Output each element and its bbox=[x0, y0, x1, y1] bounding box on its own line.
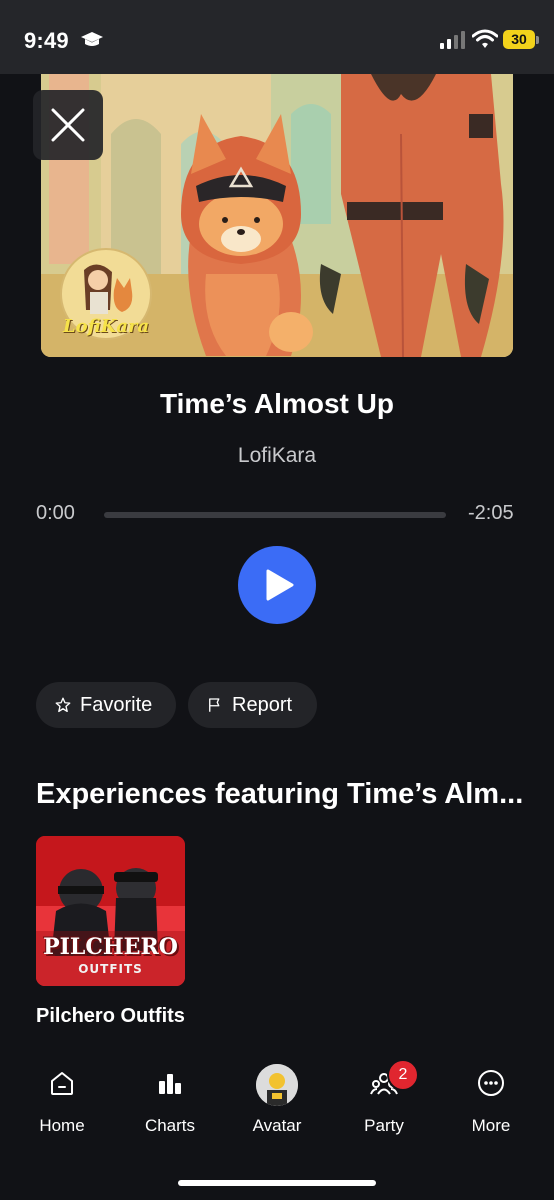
track-artist[interactable]: LofiKara bbox=[0, 444, 554, 468]
home-icon bbox=[51, 1072, 73, 1095]
favorite-label: Favorite bbox=[80, 693, 153, 716]
close-icon bbox=[51, 108, 85, 142]
track-title: Time’s Almost Up bbox=[160, 388, 394, 419]
nav-item-avatar[interactable] bbox=[227, 1064, 327, 1106]
experience-name[interactable]: Pilchero Outfits bbox=[36, 1005, 185, 1028]
play-button[interactable] bbox=[238, 546, 316, 624]
nav-item-home[interactable] bbox=[12, 1068, 112, 1103]
close-button[interactable] bbox=[33, 90, 103, 160]
charts-icon bbox=[159, 1074, 181, 1094]
logo-text: LofiKara bbox=[63, 316, 150, 337]
play-icon bbox=[266, 569, 294, 601]
more-icon bbox=[478, 1070, 504, 1096]
thumbnail-subtitle: OUTFITS bbox=[78, 962, 143, 976]
elapsed-time: 0:00 bbox=[36, 502, 75, 524]
nav-item-charts[interactable] bbox=[120, 1068, 220, 1103]
battery-tip bbox=[536, 36, 539, 44]
nav-label-avatar: Avatar bbox=[252, 1116, 302, 1135]
report-label: Report bbox=[232, 693, 293, 716]
experience-thumbnail[interactable]: PILCHERO OUTFITS bbox=[36, 836, 185, 986]
avatar-icon bbox=[256, 1064, 298, 1106]
wifi-icon bbox=[472, 29, 498, 48]
nav-label-party: Party bbox=[364, 1116, 404, 1135]
nav-item-more[interactable] bbox=[441, 1068, 541, 1103]
star-icon bbox=[55, 697, 71, 713]
nav-label-charts: Charts bbox=[144, 1116, 196, 1135]
home-indicator[interactable] bbox=[178, 1180, 376, 1186]
progress-slider[interactable] bbox=[104, 512, 446, 518]
nav-label-home: Home bbox=[39, 1116, 85, 1135]
party-notification-badge: 2 bbox=[387, 1059, 419, 1091]
nav-label-more: More bbox=[471, 1116, 511, 1135]
nav-item-party[interactable] bbox=[334, 1068, 434, 1103]
favorite-button[interactable]: Favorite bbox=[36, 682, 176, 728]
experiences-heading: Experiences featuring Time’s Alm... bbox=[36, 778, 524, 810]
report-button[interactable]: Report bbox=[188, 682, 317, 728]
status-time: 9:49 bbox=[24, 28, 69, 53]
cellular-signal-icon bbox=[440, 31, 465, 49]
battery-indicator: 30 bbox=[503, 30, 535, 49]
thumbnail-title: PILCHERO bbox=[43, 934, 178, 960]
track-artwork: LofiKara bbox=[41, 74, 513, 357]
status-bar: 9:49 30 bbox=[0, 0, 554, 74]
graduation-cap-icon bbox=[81, 32, 103, 46]
remaining-time: -2:05 bbox=[468, 502, 514, 524]
flag-icon bbox=[209, 698, 220, 712]
